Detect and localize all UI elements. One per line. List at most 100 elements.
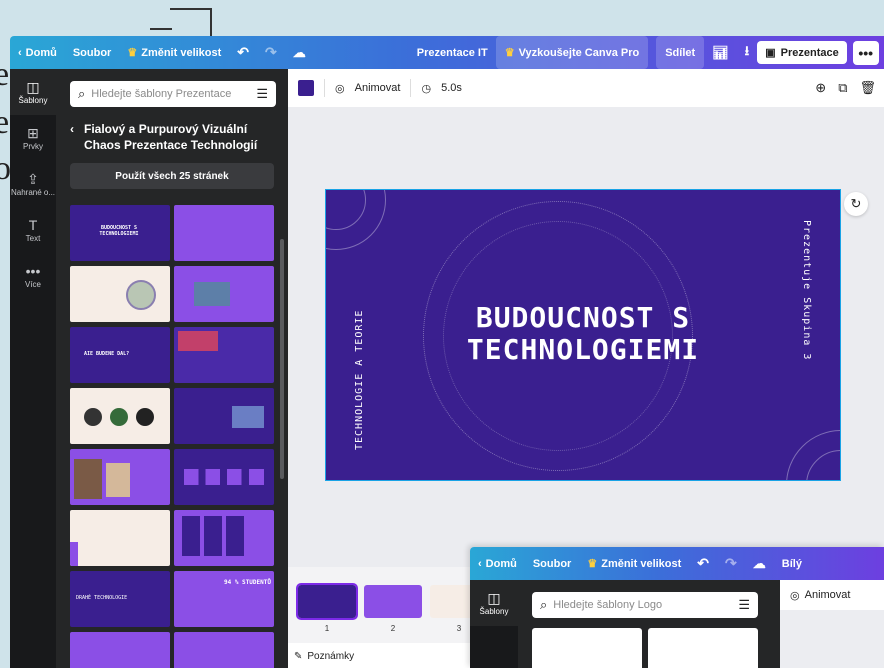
template-title: ‹ Fialový a Purpurový Vizuální Chaos Prez… xyxy=(70,121,258,153)
back-chevron-icon[interactable]: ‹ xyxy=(70,121,74,153)
page-number: 1 xyxy=(324,624,330,633)
resize-button[interactable]: ♛ Změnit velikost xyxy=(119,36,229,69)
divider xyxy=(410,79,412,97)
templates-icon: ◫ xyxy=(26,78,40,95)
search-icon: ⌕ xyxy=(78,86,86,101)
page-number: 2 xyxy=(390,624,396,633)
present-button[interactable]: ▣ Prezentace xyxy=(757,41,847,64)
rail-item-elements[interactable]: ⊞ Prvky xyxy=(10,115,56,161)
chevron-left-icon: ‹ xyxy=(18,46,22,59)
chevron-left-icon: ‹ xyxy=(478,557,482,570)
slide-title[interactable]: BUDOUCNOST S TECHNOLOGIEMI xyxy=(326,302,840,366)
stats-icon[interactable]: 📊︎ xyxy=(704,36,737,69)
rail-item-uploads[interactable]: ⇪ Nahrané o... xyxy=(10,161,56,207)
file-menu[interactable]: Soubor xyxy=(525,547,580,580)
rail-item-templates[interactable]: ◫ Šablony xyxy=(470,580,518,626)
uploads-icon: ⇪ xyxy=(27,170,39,187)
slide-canvas[interactable]: BUDOUCNOST S TECHNOLOGIEMI TECHNOLOGIE A … xyxy=(325,189,841,481)
rail-item-templates[interactable]: ◫ Šablony xyxy=(10,69,56,115)
template-search-input[interactable]: ⌕ Hledejte šablony Logo ☰ xyxy=(532,592,758,618)
download-icon[interactable]: ⭳ xyxy=(737,36,758,69)
crown-icon: ♛ xyxy=(127,47,138,59)
template-thumbnail[interactable] xyxy=(174,388,274,444)
document-title[interactable]: Bílý xyxy=(774,547,810,580)
slide-left-vertical-text[interactable]: TECHNOLOGIE A TEORIE xyxy=(354,310,365,450)
undo-button[interactable]: ↶ xyxy=(689,547,717,580)
background-color-swatch[interactable] xyxy=(298,80,314,96)
templates-panel: ⌕ Hledejte šablony Prezentace ☰ ‹ Fialový a… xyxy=(56,69,288,668)
delete-page-icon[interactable]: 🗑︎ xyxy=(859,80,876,96)
filter-icon[interactable]: ☰ xyxy=(256,86,268,102)
template-thumbnail[interactable] xyxy=(174,266,274,322)
elements-icon: ⊞ xyxy=(27,124,39,141)
template-thumbnail[interactable] xyxy=(70,632,170,668)
top-bar: ‹ Domů Soubor ♛ Změnit velikost ↶ ↷ ☁ Bílý xyxy=(470,547,884,580)
duplicate-page-icon[interactable]: ⧉ xyxy=(838,80,847,96)
cloud-save-icon[interactable]: ☁ xyxy=(745,547,774,580)
template-thumbnail[interactable] xyxy=(70,510,170,566)
crown-icon: ♛ xyxy=(587,558,598,570)
animate-button[interactable]: Animovat xyxy=(805,589,851,601)
template-thumbnail[interactable]: DRAHÉ TECHNOLOGIE xyxy=(70,571,170,627)
templates-panel: ⌕ Hledejte šablony Logo ☰ xyxy=(518,580,780,668)
template-thumbnail[interactable] xyxy=(70,388,170,444)
notes-icon: ✎ xyxy=(294,651,303,662)
top-bar: ‹ Domů Soubor ♛ Změnit velikost ↶ ↷ ☁ Prez… xyxy=(10,36,884,69)
clock-icon: ◷ xyxy=(421,82,432,95)
template-thumbnail[interactable] xyxy=(532,628,642,668)
template-thumbnail[interactable] xyxy=(648,628,758,668)
canvas-area: BUDOUCNOST S TECHNOLOGIEMI TECHNOLOGIE A … xyxy=(288,107,884,567)
background-letter: e xyxy=(0,56,10,93)
templates-icon: ◫ xyxy=(487,589,501,606)
document-title[interactable]: Prezentace IT xyxy=(409,36,496,69)
template-thumbnail[interactable] xyxy=(174,205,274,261)
use-all-pages-button[interactable]: Použít všech 25 stránek xyxy=(70,163,274,189)
page-thumbnail[interactable] xyxy=(364,585,422,618)
template-search-input[interactable]: ⌕ Hledejte šablony Prezentace ☰ xyxy=(70,81,276,107)
editor-toolbar: ◎ Animovat ◷ 5.0s ⊕ ⧉ 🗑︎ xyxy=(288,69,884,107)
second-canva-window: ‹ Domů Soubor ♛ Změnit velikost ↶ ↷ ☁ Bílý… xyxy=(470,547,884,668)
redo-button[interactable]: ↷ xyxy=(717,547,745,580)
text-icon: T xyxy=(28,216,38,233)
home-button[interactable]: ‹ Domů xyxy=(10,36,65,69)
template-thumbnail[interactable]: 94 % STUDENTŮ xyxy=(174,571,274,627)
file-menu[interactable]: Soubor xyxy=(65,36,120,69)
duration-button[interactable]: 5.0s xyxy=(441,82,462,94)
template-thumbnail[interactable]: AIE BUDENE DAL? xyxy=(70,327,170,383)
template-thumbnail[interactable] xyxy=(174,510,274,566)
template-thumbnail[interactable] xyxy=(70,449,170,505)
notes-button[interactable]: ✎ Poznámky xyxy=(294,651,354,662)
panel-scrollbar[interactable] xyxy=(280,239,284,479)
template-thumbnail[interactable] xyxy=(70,266,170,322)
rail-item-text[interactable]: T Text xyxy=(10,207,56,253)
home-button[interactable]: ‹ Domů xyxy=(470,547,525,580)
template-thumbnail[interactable] xyxy=(174,632,274,668)
template-thumbnail[interactable] xyxy=(174,449,274,505)
page-thumbnail[interactable] xyxy=(296,583,358,620)
filter-icon[interactable]: ☰ xyxy=(738,597,750,613)
try-pro-button[interactable]: ♛ Vyzkoušejte Canva Pro xyxy=(495,36,649,69)
crown-icon: ♛ xyxy=(504,47,515,59)
refresh-icon[interactable]: ↻ xyxy=(844,192,868,216)
editor-toolbar: ◎ Animovat xyxy=(780,580,884,610)
template-thumbnail[interactable] xyxy=(174,327,274,383)
add-page-icon[interactable]: ⊕ xyxy=(815,80,826,96)
more-icon: ••• xyxy=(25,262,41,279)
more-options-button[interactable]: ••• xyxy=(852,40,879,65)
resize-button[interactable]: ♛ Změnit velikost xyxy=(579,547,689,580)
rail-item-more[interactable]: ••• Více xyxy=(10,253,56,299)
slide-right-vertical-text[interactable]: Prezentuje Skupina 3 xyxy=(801,220,812,360)
redo-button[interactable]: ↷ xyxy=(257,36,285,69)
side-rail: ◫ Šablony ⊞ Prvky ⇪ Nahrané o... T Text ••• V… xyxy=(10,69,56,668)
side-rail: ◫ Šablony xyxy=(470,580,518,668)
template-thumbnail[interactable]: BUDOUCNOST S TECHNOLOGIEMI xyxy=(70,205,170,261)
background-letter: e xyxy=(0,104,10,141)
divider xyxy=(324,79,325,97)
animate-button[interactable]: Animovat xyxy=(355,82,401,94)
share-button[interactable]: Sdílet xyxy=(656,36,705,69)
search-icon: ⌕ xyxy=(540,597,548,612)
present-icon: ▣ xyxy=(765,47,776,59)
animate-icon: ◎ xyxy=(335,82,345,95)
cloud-save-icon[interactable]: ☁ xyxy=(285,36,314,69)
undo-button[interactable]: ↶ xyxy=(229,36,257,69)
